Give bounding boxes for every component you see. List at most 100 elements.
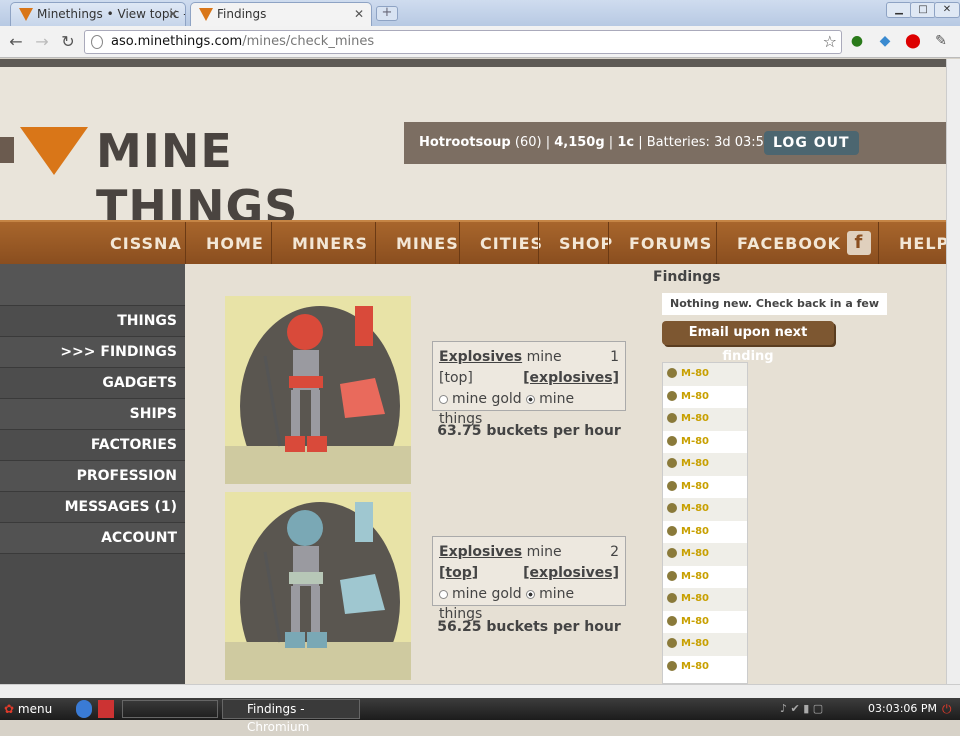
nav-cities[interactable]: CITIES <box>459 222 542 264</box>
stop-extension-icon[interactable]: ⬤ <box>904 32 922 50</box>
mine-gold-radio[interactable] <box>439 589 448 599</box>
wrench-menu-icon[interactable]: ✎ <box>932 32 950 50</box>
horizontal-scrollbar[interactable] <box>0 684 960 698</box>
sidebar-item-messages[interactable]: MESSAGES (1) <box>0 492 185 523</box>
mine-type-link[interactable]: Explosives <box>439 349 522 365</box>
start-menu-button[interactable]: ✿ menu <box>4 700 70 718</box>
site-header: MINE THINGS Hotrootsoup (60) | 4,150g | … <box>0 67 946 234</box>
nav-facebook[interactable]: FACEBOOK f <box>716 222 878 264</box>
sidebar-item-factories[interactable]: FACTORIES <box>0 430 185 461</box>
logout-button[interactable]: LOG OUT <box>764 131 859 155</box>
bomb-icon <box>667 660 677 671</box>
close-tab-icon[interactable]: ✕ <box>168 3 178 25</box>
vertical-scrollbar[interactable] <box>946 59 960 684</box>
sidebar-item-profession[interactable]: PROFESSION <box>0 461 185 492</box>
tab-strip: Minethings • View topic - T... ✕ Finding… <box>0 0 960 27</box>
finding-label: M-80 <box>681 480 710 492</box>
bookmark-star-icon[interactable]: ☆ <box>823 31 837 53</box>
finding-item[interactable]: M-80 <box>663 498 747 521</box>
findings-list: M-80 M-80 M-80 M-80 M-80 M-80 M-80 M-80 … <box>662 362 748 684</box>
finding-item[interactable]: M-80 <box>663 566 747 589</box>
nav-home[interactable]: HOME <box>185 222 271 264</box>
nav-shop[interactable]: SHOP <box>538 222 612 264</box>
sidebar-item-ships[interactable]: SHIPS <box>0 399 185 430</box>
sidebar-item-findings[interactable]: >>> FINDINGS <box>0 337 185 368</box>
nav-mines[interactable]: MINES <box>375 222 459 264</box>
explosives-link[interactable]: [explosives] <box>523 368 619 388</box>
finding-item[interactable]: M-80 <box>663 386 747 409</box>
extension-bee-icon[interactable]: ◆ <box>876 32 894 50</box>
facebook-icon: f <box>846 230 871 255</box>
nav-miners[interactable]: MINERS <box>271 222 375 264</box>
copper-amount: 1c <box>617 135 635 150</box>
finding-item[interactable]: M-80 <box>663 476 747 499</box>
finding-item[interactable]: M-80 <box>663 633 747 656</box>
system-tray[interactable]: ♪ ✔ ▮ ▢ <box>780 700 860 718</box>
sidebar-list: THINGS >>> FINDINGS GADGETS SHIPS FACTOR… <box>0 306 185 554</box>
reload-icon[interactable]: ↻ <box>58 32 78 51</box>
close-tab-icon[interactable]: ✕ <box>354 3 364 25</box>
top-band <box>0 59 946 67</box>
mine-rate: 56.25 buckets per hour <box>437 619 621 635</box>
tab-label: Minethings • View topic - T... <box>37 7 185 21</box>
bomb-icon <box>667 638 677 648</box>
mine-things-radio[interactable] <box>526 394 536 404</box>
back-icon[interactable]: ← <box>6 32 26 51</box>
finding-label: M-80 <box>681 638 710 649</box>
main-nav: CISSNA HOME MINERS MINES CITIES SHOP FOR… <box>0 220 946 264</box>
finding-item[interactable]: M-80 <box>663 543 747 566</box>
bomb-icon <box>667 458 677 468</box>
top-link[interactable]: [top] <box>439 565 478 581</box>
mine-type-link[interactable]: Explosives <box>439 544 522 560</box>
finding-label: M-80 <box>681 548 710 559</box>
mine-rate: 63.75 buckets per hour <box>437 423 621 439</box>
top-link[interactable]: [top] <box>439 370 473 386</box>
url-path: /mines/check_mines <box>242 34 375 49</box>
finding-item[interactable]: M-80 <box>663 588 747 611</box>
mine-things-radio[interactable] <box>526 589 536 599</box>
app-launcher-icon[interactable] <box>98 700 114 718</box>
bomb-icon <box>667 368 677 378</box>
site-logo[interactable]: MINE THINGS <box>0 123 398 234</box>
bomb-icon <box>667 615 677 626</box>
mine-gold-radio[interactable] <box>439 394 448 404</box>
sidebar-item-gadgets[interactable]: GADGETS <box>0 368 185 399</box>
finding-label: M-80 <box>681 593 710 604</box>
finding-item[interactable]: M-80 <box>663 521 747 544</box>
explosives-link[interactable]: [explosives] <box>523 563 619 583</box>
sidebar-item-account[interactable]: ACCOUNT <box>0 523 185 554</box>
finding-item[interactable]: M-80 <box>663 363 747 386</box>
clock: 03:03:06 PM <box>868 702 938 715</box>
nav-forums[interactable]: FORUMS <box>608 222 716 264</box>
bomb-icon <box>667 435 677 446</box>
sidebar-item-things[interactable]: THINGS <box>0 306 185 337</box>
nav-cissna[interactable]: CISSNA <box>90 222 184 264</box>
new-tab-button[interactable]: + <box>376 6 398 21</box>
address-bar[interactable]: aso.minethings.com/mines/check_mines ☆ <box>84 30 842 54</box>
mine-gold-label: mine gold <box>452 586 522 602</box>
browser-launcher-icon[interactable] <box>76 700 92 718</box>
nav-help[interactable]: HELP <box>878 222 946 264</box>
finding-item[interactable]: M-80 <box>663 431 747 454</box>
finding-label: M-80 <box>681 570 710 582</box>
finding-item[interactable]: M-80 <box>663 656 747 679</box>
tab-findings[interactable]: Findings ✕ <box>190 2 372 27</box>
mine-number: 1 <box>610 349 619 365</box>
tab-minethings-topic[interactable]: Minethings • View topic - T... ✕ <box>10 2 186 26</box>
finding-item[interactable]: M-80 <box>663 453 747 476</box>
miner-image-blue <box>225 492 411 680</box>
finding-label: M-80 <box>681 390 710 402</box>
power-icon[interactable]: ⏻ <box>942 700 956 718</box>
gold-amount: 4,150g <box>554 135 605 150</box>
forward-icon[interactable]: → <box>32 32 52 51</box>
email-next-finding-button[interactable]: Email upon next finding <box>662 321 834 364</box>
mine-gold-label: mine gold <box>452 391 522 407</box>
extension-icon[interactable]: ● <box>848 32 866 50</box>
finding-item[interactable]: M-80 <box>663 611 747 634</box>
workspace-switcher[interactable] <box>122 700 218 718</box>
finding-item[interactable]: M-80 <box>663 408 747 431</box>
minimize-button[interactable]: ▁ <box>886 2 912 18</box>
taskbar-window-chromium[interactable]: Findings - Chromium <box>222 699 360 734</box>
close-window-button[interactable]: ✕ <box>934 2 960 18</box>
maximize-button[interactable]: □ <box>910 2 936 18</box>
